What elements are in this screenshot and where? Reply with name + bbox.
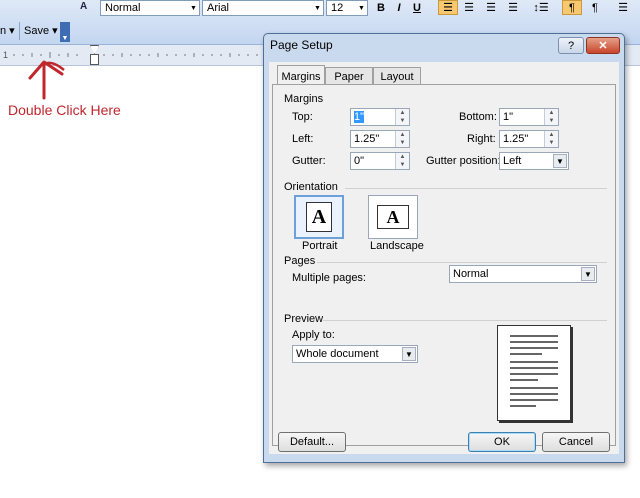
preview-lines-icon (510, 335, 558, 407)
multiple-pages-value: Normal (453, 268, 489, 280)
annotation-arrow-icon (28, 60, 65, 100)
chevron-down-icon[interactable]: ▼ (188, 1, 199, 15)
landscape-button[interactable]: A (368, 195, 418, 239)
left-label: Left: (292, 133, 314, 145)
default-button-label: Default... (289, 436, 335, 448)
cancel-button[interactable]: Cancel (542, 432, 610, 452)
ok-button-label: OK (494, 436, 510, 448)
bottom-label: Bottom: (459, 111, 497, 123)
multiple-pages-label: Multiple pages: (292, 272, 366, 284)
pages-heading: Pages (284, 255, 316, 267)
chevron-down-icon[interactable]: ▼ (356, 1, 367, 15)
multiple-pages-dropdown[interactable]: Normal ▼ (449, 265, 597, 283)
dialog-title: Page Setup (270, 38, 333, 52)
toolbar-partial-button[interactable]: n ▾ (0, 22, 16, 40)
hanging-indent-marker[interactable] (90, 54, 99, 65)
top-margin-spinner[interactable]: 1" ▲ ▼ (350, 108, 410, 126)
margins-heading: Margins (284, 93, 324, 105)
svg-text:1: 1 (3, 50, 8, 60)
page-setup-dialog: Page Setup ? ✕ Margins Paper Layout Marg… (263, 33, 625, 463)
left-margin-spinner[interactable]: 1.25" ▲ ▼ (350, 130, 410, 148)
left-margin-value: 1.25" (354, 133, 380, 145)
tab-margins-label: Margins (281, 70, 321, 83)
apply-to-label: Apply to: (292, 329, 335, 341)
annotation-text: Double Click Here (8, 102, 121, 118)
orientation-heading: Orientation (284, 181, 338, 193)
font-value: Arial (207, 2, 230, 14)
right-label: Right: (467, 133, 496, 145)
line-spacing-icon[interactable]: ↕☰ (528, 0, 554, 15)
preview-divider (323, 320, 607, 321)
align-left-button[interactable]: ☰ (438, 0, 458, 15)
font-size-value: 12 (331, 2, 344, 14)
toolbar-divider (19, 22, 20, 40)
chevron-down-icon[interactable]: ▼ (402, 347, 416, 361)
underline-button[interactable]: U (410, 0, 424, 15)
cancel-button-label: Cancel (558, 436, 594, 448)
align-center-button[interactable]: ☰ (460, 0, 478, 15)
apply-to-value: Whole document (296, 348, 379, 360)
align-right-button[interactable]: ☰ (482, 0, 500, 15)
bottom-margin-spinner[interactable]: 1" ▲ ▼ (499, 108, 559, 126)
gutter-value: 0" (354, 155, 365, 167)
close-button[interactable]: ✕ (586, 37, 620, 54)
bottom-margin-value: 1" (503, 111, 514, 123)
right-margin-spinner[interactable]: 1.25" ▲ ▼ (499, 130, 559, 148)
ltr-paragraph-button[interactable]: ¶ (562, 0, 582, 15)
help-button[interactable]: ? (558, 37, 584, 54)
justify-button[interactable]: ☰ (504, 0, 522, 15)
right-margin-value: 1.25" (503, 133, 529, 145)
spin-arrows-icon[interactable]: ▲ ▼ (395, 131, 409, 147)
preview-heading: Preview (284, 313, 324, 325)
style-dropdown[interactable]: Normal ▼ (100, 0, 200, 16)
style-icon[interactable]: A (80, 1, 98, 15)
spin-arrows-icon[interactable]: ▲ ▼ (395, 109, 409, 125)
spin-arrows-icon[interactable]: ▲ ▼ (544, 109, 558, 125)
toolbar-partial-label: n (0, 25, 7, 37)
gutter-position-label: Gutter position: (426, 155, 501, 167)
gutter-spinner[interactable]: 0" ▲ ▼ (350, 152, 410, 170)
italic-button[interactable]: I (392, 0, 406, 15)
spin-arrows-icon[interactable]: ▲ ▼ (395, 153, 409, 169)
top-margin-value: 1" (354, 111, 365, 123)
chevron-down-icon[interactable]: ▼ (581, 267, 595, 281)
landscape-label: Landscape (370, 240, 424, 252)
portrait-label: Portrait (302, 240, 338, 252)
tab-panel-margins: Margins Top: 1" ▲ ▼ Bottom: 1" ▲ ▼ Left: 1… (272, 84, 616, 446)
toolbar-options-icon[interactable]: ▼ (60, 22, 70, 42)
font-size-dropdown[interactable]: 12 ▼ (326, 0, 368, 16)
ok-button[interactable]: OK (468, 432, 536, 452)
toolbar-partial-icon[interactable]: ☰ (612, 0, 634, 15)
save-label: Save (24, 25, 50, 37)
gutter-label: Gutter: (292, 155, 326, 167)
gutter-position-value: Left (503, 155, 522, 167)
rtl-paragraph-button[interactable]: ¶ (586, 0, 604, 15)
save-button[interactable]: Save ▾ (24, 22, 58, 40)
bold-button[interactable]: B (374, 0, 388, 15)
gutter-position-dropdown[interactable]: Left ▼ (499, 152, 569, 170)
style-value: Normal (105, 2, 141, 14)
chevron-down-icon[interactable]: ▼ (312, 1, 323, 15)
apply-to-dropdown[interactable]: Whole document ▼ (292, 345, 418, 363)
portrait-page-icon: A (306, 202, 332, 232)
landscape-page-icon: A (377, 205, 409, 229)
spin-arrows-icon[interactable]: ▲ ▼ (544, 131, 558, 147)
tab-paper-label: Paper (334, 71, 364, 83)
default-button[interactable]: Default... (278, 432, 346, 452)
font-dropdown[interactable]: Arial ▼ (202, 0, 324, 16)
chevron-down-icon[interactable]: ▼ (553, 154, 567, 168)
pages-divider (317, 262, 607, 263)
portrait-button[interactable]: A (294, 195, 344, 239)
tab-layout-label: Layout (380, 71, 414, 83)
preview-page (497, 325, 571, 421)
top-label: Top: (292, 111, 313, 123)
orientation-divider (345, 188, 607, 189)
